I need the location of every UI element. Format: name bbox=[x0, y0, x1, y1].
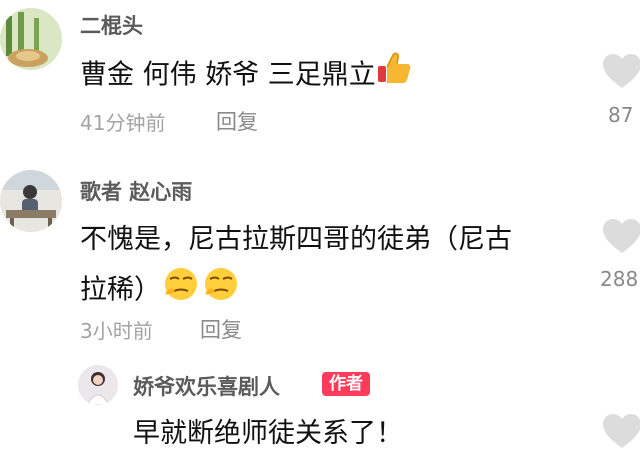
comment-text-line: 不愧是，尼古拉斯四哥的徒弟（尼古 bbox=[80, 224, 512, 255]
thumbs-up-emoji bbox=[376, 50, 412, 102]
heart-outline-icon bbox=[603, 54, 640, 88]
avatar[interactable] bbox=[0, 170, 62, 232]
heart-outline-icon bbox=[603, 414, 640, 448]
like-count: 288 bbox=[600, 267, 639, 291]
reply-button[interactable]: 回复 bbox=[200, 314, 242, 344]
smirk-emoji bbox=[201, 264, 241, 318]
smirk-emoji bbox=[161, 264, 201, 318]
comment-time: 3小时前 bbox=[80, 319, 153, 343]
avatar[interactable] bbox=[78, 365, 118, 405]
comment-time: 41分钟前 bbox=[80, 111, 166, 135]
comment-username[interactable]: 歌者 赵心雨 bbox=[80, 176, 192, 206]
author-badge: 作者 bbox=[322, 372, 370, 396]
comment-text-body: 曹金 何伟 娇爷 三足鼎立 bbox=[80, 59, 376, 91]
like-button[interactable] bbox=[602, 54, 640, 94]
like-button[interactable] bbox=[602, 219, 640, 259]
reply-username[interactable]: 娇爷欢乐喜剧人 bbox=[133, 371, 280, 401]
like-count: 87 bbox=[608, 103, 634, 127]
comment-text: 不愧是，尼古拉斯四哥的徒弟（尼古 拉稀） bbox=[80, 216, 512, 318]
comment-username[interactable]: 二棍头 bbox=[80, 10, 143, 40]
comment-text-body: 拉稀） bbox=[80, 274, 161, 306]
heart-outline-icon bbox=[603, 219, 640, 253]
like-button[interactable] bbox=[602, 414, 640, 454]
comment-text: 曹金 何伟 娇爷 三足鼎立 bbox=[80, 50, 412, 102]
comment-text-line-2: 拉稀） bbox=[80, 264, 512, 318]
avatar[interactable] bbox=[0, 8, 62, 70]
reply-button[interactable]: 回复 bbox=[216, 106, 258, 136]
